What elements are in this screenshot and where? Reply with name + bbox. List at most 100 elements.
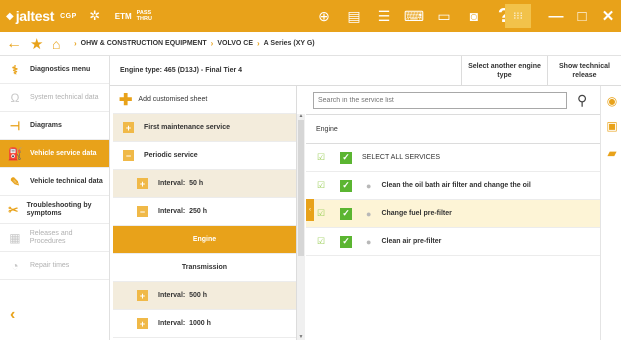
- select-all-row[interactable]: ☑ ✓ SELECT ALL SERVICES: [306, 144, 600, 172]
- tree-node-interval-250h[interactable]: − Interval: 250 h: [113, 198, 296, 226]
- right-action-bar: ◉ ▣ ▰: [600, 86, 621, 340]
- sidebar-item-system-technical-data[interactable]: Ω System technical data: [0, 84, 109, 112]
- diagnostics-icon: ⚕: [11, 62, 19, 77]
- comment-icon[interactable]: ●: [366, 181, 371, 191]
- camera-icon[interactable]: ◙: [462, 4, 486, 28]
- sidebar-item-diagrams[interactable]: ⊣ Diagrams: [0, 112, 109, 140]
- search-input[interactable]: [313, 91, 567, 109]
- tree-node-label: Periodic service: [144, 152, 198, 159]
- service-label: Change fuel pre-filter: [381, 210, 452, 217]
- select-another-engine-button[interactable]: Select another engine type: [461, 55, 547, 86]
- logo-mark-icon: ◆: [6, 10, 14, 22]
- service-row[interactable]: ☑ ✓ ● Change fuel pre-filter: [306, 200, 600, 228]
- tree-node-transmission[interactable]: Transmission: [113, 254, 296, 282]
- sidebar-item-troubleshooting[interactable]: ✂ Troubleshooting by symptoms: [0, 196, 109, 224]
- document-icon[interactable]: ▤: [342, 4, 366, 28]
- engine-type-value: 465 (D13J) - Final Tier 4: [163, 67, 243, 74]
- tree-scrollbar[interactable]: ▲ ▼: [297, 113, 305, 340]
- eye-icon[interactable]: ◉: [605, 94, 619, 108]
- sidebar-item-vehicle-technical-data[interactable]: ✎ Vehicle technical data: [0, 168, 109, 196]
- manual-icon[interactable]: ▰: [605, 146, 619, 160]
- breadcrumb-separator-icon: ›: [74, 39, 77, 48]
- sidebar-item-label: Releases and Procedures: [29, 229, 73, 245]
- omega-icon: Ω: [10, 90, 20, 105]
- wrench-gear-icon[interactable]: ✲: [85, 6, 105, 26]
- interval-label: Interval:: [158, 208, 186, 215]
- collapse-icon[interactable]: −: [123, 150, 134, 161]
- breadcrumb-separator-icon: ›: [210, 39, 214, 48]
- comment-icon[interactable]: ●: [366, 237, 371, 247]
- logo-text: jaltest: [15, 8, 55, 24]
- search-row: ⚲: [306, 86, 600, 114]
- list-icon[interactable]: ☰: [372, 4, 396, 28]
- service-list-header: Engine: [306, 114, 600, 144]
- scroll-down-icon[interactable]: ▼: [297, 334, 305, 340]
- comment-icon[interactable]: ●: [366, 209, 371, 219]
- app-logo: ◆ jaltest CGP: [0, 8, 77, 24]
- engine-type: Engine type: 465 (D13J) - Final Tier 4: [120, 67, 461, 74]
- sidebar-item-label: System technical data: [30, 93, 99, 101]
- mode-label: CGP: [60, 12, 77, 20]
- close-button[interactable]: ✕: [595, 0, 621, 32]
- service-row[interactable]: ☑ ✓ ● Clean air pre-filter: [306, 228, 600, 256]
- sidebar-item-repair-times[interactable]: ◔ Repair times: [0, 252, 109, 280]
- collapse-tree-chevron-icon[interactable]: ‹: [306, 199, 314, 221]
- clock-icon: ◔: [11, 258, 19, 273]
- favorite-star-icon[interactable]: ★: [30, 35, 46, 53]
- select-all-label: SELECT ALL SERVICES: [362, 154, 441, 161]
- collapse-icon[interactable]: −: [137, 206, 148, 217]
- top-bar: ◆ jaltest CGP ✲ ETM PASS THRU ⊕ ▤ ☰ ⌨ ▭ …: [0, 0, 621, 32]
- search-icon[interactable]: ⚲: [577, 92, 587, 109]
- select-all-checkbox[interactable]: ✓: [340, 151, 352, 164]
- tree-node-engine[interactable]: Engine: [113, 226, 296, 254]
- tree-node-first-maintenance[interactable]: + First maintenance service: [113, 114, 296, 142]
- breadcrumb-separator-icon: ›: [257, 39, 260, 48]
- window-controls: ⁝⁝⁝ — □ ✕: [505, 0, 621, 32]
- apps-grid-icon[interactable]: ⁝⁝⁝: [505, 4, 531, 28]
- sidebar-item-label: Vehicle technical data: [30, 177, 103, 185]
- tree-node-interval-1000h[interactable]: + Interval: 1000 h: [113, 310, 296, 338]
- expand-icon[interactable]: +: [137, 290, 148, 301]
- breadcrumb-item[interactable]: OHW & CONSTRUCTION EQUIPMENT: [81, 40, 207, 47]
- expand-icon[interactable]: +: [137, 318, 148, 329]
- scroll-up-icon[interactable]: ▲: [297, 113, 305, 119]
- service-label: Clean the oil bath air filter and change…: [381, 182, 531, 189]
- service-row[interactable]: ☑ ✓ ● Clean the oil bath air filter and …: [306, 172, 600, 200]
- add-customised-sheet-button[interactable]: ✚ Add customised sheet: [113, 86, 296, 114]
- etm-pass-thru[interactable]: ETM PASS THRU: [115, 10, 152, 22]
- tools-icon: ✂: [8, 202, 19, 217]
- service-list-title: Engine: [316, 125, 338, 133]
- show-technical-release-button[interactable]: Show technical release: [547, 55, 621, 86]
- sidebar-item-diagnostics-menu[interactable]: ⚕ Diagnostics menu: [0, 56, 109, 84]
- etm-sub-line2: THRU: [136, 16, 152, 22]
- breadcrumb-item[interactable]: VOLVO CE: [217, 40, 253, 47]
- interval-label: Interval:: [158, 292, 186, 299]
- tree-node-label: Transmission: [181, 264, 228, 271]
- back-arrow-icon[interactable]: ←: [6, 35, 24, 53]
- expand-icon[interactable]: +: [123, 122, 134, 133]
- check-outline-icon: ☑: [316, 152, 326, 162]
- check-outline-icon: ☑: [316, 208, 326, 218]
- breadcrumb-item[interactable]: A Series (XY G): [264, 40, 315, 47]
- service-checkbox[interactable]: ✓: [340, 235, 352, 248]
- tree-node-interval-500h[interactable]: + Interval: 500 h: [113, 282, 296, 310]
- expand-icon[interactable]: +: [137, 178, 148, 189]
- scrollbar-thumb[interactable]: [298, 120, 304, 256]
- interval-label: Interval:: [158, 180, 186, 187]
- service-checkbox[interactable]: ✓: [340, 207, 352, 220]
- home-icon[interactable]: ⌂: [52, 36, 70, 52]
- truck-icon[interactable]: ▭: [432, 4, 456, 28]
- sidebar-item-vehicle-service-data[interactable]: ⛽ Vehicle service data: [0, 140, 109, 168]
- maximize-button[interactable]: □: [569, 0, 595, 32]
- tree-node-interval-50h[interactable]: + Interval: 50 h: [113, 170, 296, 198]
- save-icon[interactable]: ▣: [605, 119, 619, 133]
- collapse-sidebar-chevron-icon[interactable]: ‹: [10, 306, 15, 324]
- minimize-button[interactable]: —: [543, 0, 569, 32]
- keyboard-icon[interactable]: ⌨: [402, 4, 426, 28]
- globe-icon[interactable]: ⊕: [312, 4, 336, 28]
- interval-value: 500 h: [189, 292, 208, 299]
- sidebar: ⚕ Diagnostics menu Ω System technical da…: [0, 56, 110, 340]
- tree-node-periodic-service[interactable]: − Periodic service: [113, 142, 296, 170]
- sidebar-item-releases-procedures[interactable]: ▦ Releases and Procedures: [0, 224, 109, 252]
- service-checkbox[interactable]: ✓: [340, 179, 352, 192]
